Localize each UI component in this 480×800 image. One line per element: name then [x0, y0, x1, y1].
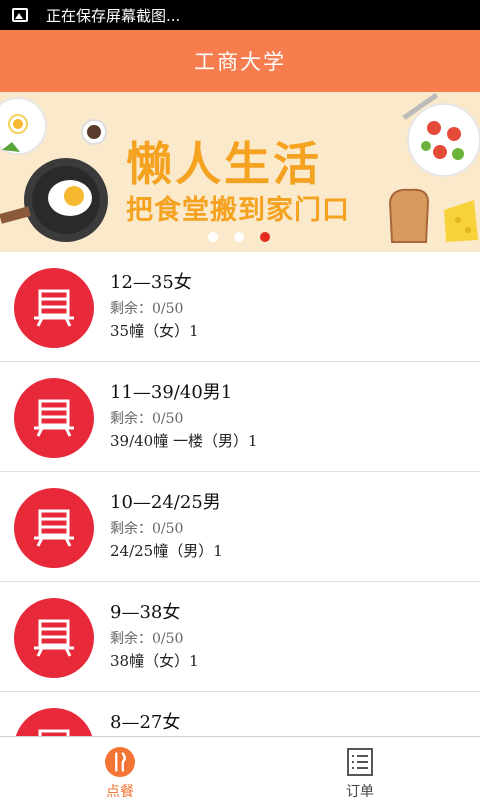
list-item[interactable]: 8—27女: [0, 692, 480, 736]
promo-banner[interactable]: 懒人生活 把食堂搬到家门口: [0, 92, 480, 252]
list-item[interactable]: 11—39/40男1 剩余：0/50 39/40幢 一楼（男）1: [0, 362, 480, 472]
pager-dot[interactable]: [208, 232, 218, 242]
tab-orders[interactable]: 订单: [240, 737, 480, 800]
title-bar: 工商大学: [0, 30, 480, 92]
utensils-icon: [105, 747, 135, 777]
shelf-icon: [34, 509, 74, 547]
list-item[interactable]: 12—35女 剩余：0/50 35幢（女）1: [0, 252, 480, 362]
canteen-logo: [14, 268, 94, 348]
bottom-tab-bar: 点餐 订单: [0, 736, 480, 800]
pager-dot[interactable]: [234, 232, 244, 242]
tab-order-food-label: 点餐: [106, 784, 134, 800]
tab-order-food[interactable]: 点餐: [0, 737, 240, 800]
canteen-logo: [14, 488, 94, 568]
banner-headline: 懒人生活: [126, 137, 322, 191]
list-item[interactable]: 9—38女 剩余：0/50 38幢（女）1: [0, 582, 480, 692]
shelf-icon: [34, 289, 74, 327]
shelf-icon: [34, 619, 74, 657]
shelf-icon: [38, 729, 70, 736]
food-illustration-left: [0, 97, 108, 242]
list-item[interactable]: 10—24/25男 剩余：0/50 24/25幢（男）1: [0, 472, 480, 582]
item-remaining: 剩余：0/50: [110, 301, 184, 317]
item-name: 12—35女: [110, 272, 192, 293]
food-illustration-right: [388, 92, 480, 243]
item-address: 38幢（女）1: [110, 652, 199, 670]
status-text: 正在保存屏幕截图...: [46, 6, 181, 25]
item-name: 10—24/25男: [110, 492, 221, 513]
item-address: 39/40幢 一楼（男）1: [110, 432, 258, 450]
tab-orders-label: 订单: [346, 784, 374, 800]
shelf-icon: [34, 399, 74, 437]
banner-subline: 把食堂搬到家门口: [126, 195, 350, 226]
item-remaining: 剩余：0/50: [110, 411, 184, 427]
canteen-logo: [14, 598, 94, 678]
page-title: 工商大学: [194, 50, 286, 74]
item-name: 11—39/40男1: [110, 382, 233, 403]
item-address: 35幢（女）1: [110, 322, 199, 340]
canteen-logo: [14, 378, 94, 458]
item-remaining: 剩余：0/50: [110, 631, 184, 647]
list-icon: [347, 748, 373, 776]
status-bar: 正在保存屏幕截图...: [0, 0, 480, 30]
item-name: 9—38女: [110, 602, 181, 623]
item-remaining: 剩余：0/50: [110, 521, 184, 537]
pager-dot-active[interactable]: [260, 232, 270, 242]
canteen-list: 12—35女 剩余：0/50 35幢（女）1 11—39/40男1 剩余：0/5…: [0, 252, 480, 736]
canteen-logo: [14, 708, 94, 736]
item-address: 24/25幢（男）1: [110, 542, 223, 560]
item-name: 8—27女: [110, 712, 181, 733]
image-icon: [12, 8, 28, 22]
banner-pager: [208, 232, 270, 242]
